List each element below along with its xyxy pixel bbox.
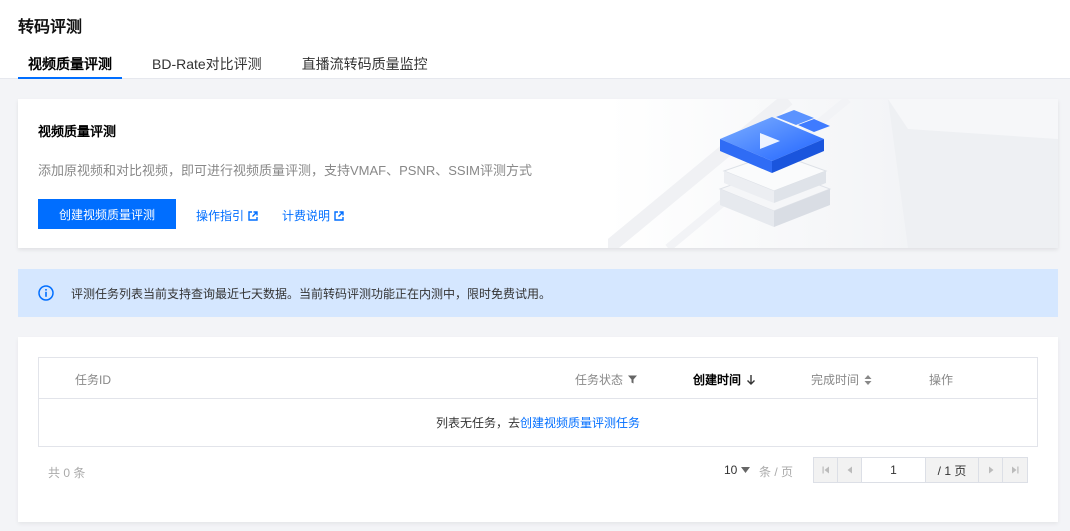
page-size-value: 10 xyxy=(724,463,738,477)
external-link-icon xyxy=(248,210,258,221)
prev-page-button[interactable] xyxy=(838,458,862,482)
column-task-id: 任务ID xyxy=(75,373,112,387)
last-page-button[interactable] xyxy=(1003,458,1027,482)
guide-link[interactable]: 操作指引 xyxy=(196,207,258,224)
info-icon xyxy=(38,285,54,301)
column-task-status-label: 任务状态 xyxy=(575,373,624,387)
empty-state-text: 列表无任务，去 xyxy=(435,416,520,430)
column-task-status[interactable]: 任务状态 xyxy=(575,371,638,388)
task-table-card: 任务ID 任务状态 创建时间 完成时间 操作 列表无任务，去 创建视频质量评测任… xyxy=(18,337,1058,522)
column-finished-time[interactable]: 完成时间 xyxy=(811,371,872,388)
table-header: 任务ID 任务状态 创建时间 完成时间 操作 xyxy=(39,358,1037,399)
task-table: 任务ID 任务状态 创建时间 完成时间 操作 列表无任务，去 创建视频质量评测任… xyxy=(38,357,1038,447)
tab-live-stream-monitor[interactable]: 直播流转码质量监控 xyxy=(292,54,438,79)
tab-video-quality[interactable]: 视频质量评测 xyxy=(18,54,122,79)
create-evaluation-button[interactable]: 创建视频质量评测 xyxy=(38,199,176,229)
total-count: 共 0 条 xyxy=(48,466,86,480)
external-link-icon xyxy=(334,210,344,221)
first-page-icon xyxy=(822,466,829,474)
billing-link[interactable]: 计费说明 xyxy=(282,207,344,224)
page-title: 转码评测 xyxy=(18,19,83,36)
banner-illustration xyxy=(608,99,1058,248)
intro-title: 视频质量评测 xyxy=(38,124,117,139)
per-page-label: 条 / 页 xyxy=(759,465,794,479)
next-page-icon xyxy=(988,466,993,474)
sort-down-icon[interactable] xyxy=(746,374,756,385)
column-created-time-label: 创建时间 xyxy=(693,373,742,387)
column-created-time[interactable]: 创建时间 xyxy=(693,371,756,388)
tab-bd-rate[interactable]: BD-Rate对比评测 xyxy=(142,54,272,79)
info-notice: 评测任务列表当前支持查询最近七天数据。当前转码评测功能正在内测中，限时免费试用。 xyxy=(18,269,1058,317)
intro-description: 添加原视频和对比视频，即可进行视频质量评测，支持VMAF、PSNR、SSIM评测… xyxy=(38,163,533,178)
empty-state-row: 列表无任务，去 创建视频质量评测任务 xyxy=(39,399,1037,446)
column-actions: 操作 xyxy=(929,373,954,387)
billing-link-label: 计费说明 xyxy=(282,209,331,223)
total-pages: / 1 页 xyxy=(926,458,979,482)
sort-icon[interactable] xyxy=(864,374,872,385)
guide-link-label: 操作指引 xyxy=(196,209,245,223)
intro-card: 视频质量评测 添加原视频和对比视频，即可进行视频质量评测，支持VMAF、PSNR… xyxy=(18,99,1058,248)
notice-text: 评测任务列表当前支持查询最近七天数据。当前转码评测功能正在内测中，限时免费试用。 xyxy=(71,286,552,301)
caret-down-icon xyxy=(741,467,751,473)
filter-icon[interactable] xyxy=(628,375,638,384)
page-size-select[interactable]: 10 xyxy=(724,463,751,477)
create-task-link[interactable]: 创建视频质量评测任务 xyxy=(520,414,640,431)
last-page-icon xyxy=(1012,466,1019,474)
next-page-button[interactable] xyxy=(979,458,1003,482)
tab-bar: 视频质量评测 BD-Rate对比评测 直播流转码质量监控 xyxy=(18,54,438,79)
pagination: / 1 页 xyxy=(813,457,1028,483)
top-header: 转码评测 视频质量评测 BD-Rate对比评测 直播流转码质量监控 xyxy=(0,0,1070,79)
page-number-input[interactable] xyxy=(862,458,926,482)
first-page-button[interactable] xyxy=(814,458,838,482)
prev-page-icon xyxy=(847,466,852,474)
column-finished-time-label: 完成时间 xyxy=(811,373,860,387)
